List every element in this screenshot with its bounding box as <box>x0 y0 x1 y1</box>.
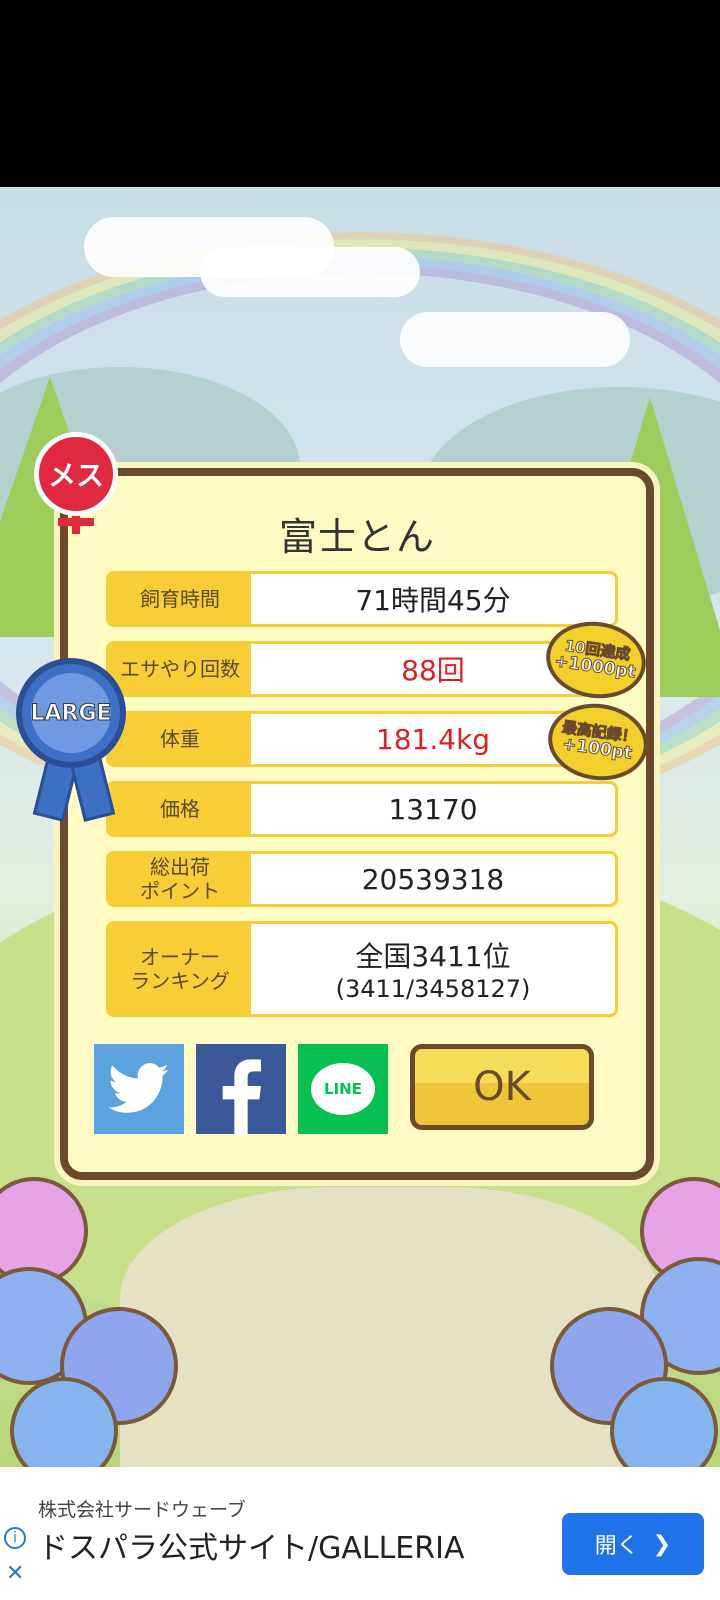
facebook-share-button[interactable] <box>196 1044 286 1136</box>
ad-info-icon[interactable]: i <box>4 1527 26 1549</box>
stat-label: エサやり回数 <box>109 644 251 694</box>
stat-value: 20539318 <box>361 862 505 896</box>
cloud <box>200 247 420 297</box>
ranking-value: 全国3411位 <box>355 940 511 973</box>
line-share-button[interactable]: LINE <box>298 1044 388 1134</box>
stat-row-weight: 体重 181.4kg <box>106 711 618 767</box>
pet-result-panel: 富士とん 飼育時間 71時間45分 エサやり回数 88回 体重 181.4kg … <box>60 468 654 1180</box>
stat-label: 価格 <box>109 784 251 834</box>
ad-banner[interactable]: i ✕ 株式会社サードウェーブ ドスパラ公式サイト/GALLERIA 開く ❯ <box>0 1467 720 1600</box>
size-medal-icon: LARGE <box>16 658 126 768</box>
female-symbol-bar <box>58 518 94 526</box>
ad-open-button[interactable]: 開く ❯ <box>562 1513 704 1575</box>
line-icon: LINE <box>311 1063 375 1115</box>
stat-row-feed-count: エサやり回数 88回 <box>106 641 618 697</box>
size-medal-label: LARGE <box>30 673 112 753</box>
ad-open-label: 開く <box>594 1534 639 1559</box>
ranking-detail: (3411/3458127) <box>335 975 531 1003</box>
stat-row-shipping-points: 総出荷 ポイント 20539318 <box>106 851 618 907</box>
stat-label: オーナー ランキング <box>109 924 251 1014</box>
chevron-right-icon: ❯ <box>652 1531 672 1557</box>
stat-label: 飼育時間 <box>109 574 251 624</box>
facebook-f-icon <box>222 1059 261 1136</box>
stat-value-group: 全国3411位 (3411/3458127) <box>251 924 615 1014</box>
stat-row-feeding-time: 飼育時間 71時間45分 <box>106 571 618 627</box>
stat-label: 体重 <box>109 714 251 764</box>
cloud <box>400 312 630 367</box>
twitter-share-button[interactable] <box>94 1044 184 1134</box>
twitter-bird-icon <box>108 1063 169 1113</box>
hydrangea <box>610 1377 718 1467</box>
female-badge-icon: メス <box>34 432 118 516</box>
stat-label: 総出荷 ポイント <box>109 854 251 904</box>
ad-company: 株式会社サードウェーブ <box>38 1499 246 1521</box>
pet-name-title: 富士とん <box>278 515 435 559</box>
ok-button[interactable]: OK <box>410 1044 594 1130</box>
ad-close-icon[interactable]: ✕ <box>6 1561 24 1586</box>
stat-row-price: 価格 13170 <box>106 781 618 837</box>
stat-value: 13170 <box>388 792 478 826</box>
stat-value: 71時間45分 <box>355 584 511 617</box>
top-black-bar <box>0 0 720 187</box>
ad-headline[interactable]: ドスパラ公式サイト/GALLERIA <box>38 1523 464 1567</box>
line-icon-label: LINE <box>324 1080 362 1098</box>
stat-row-owner-ranking: オーナー ランキング 全国3411位 (3411/3458127) <box>106 921 618 1017</box>
